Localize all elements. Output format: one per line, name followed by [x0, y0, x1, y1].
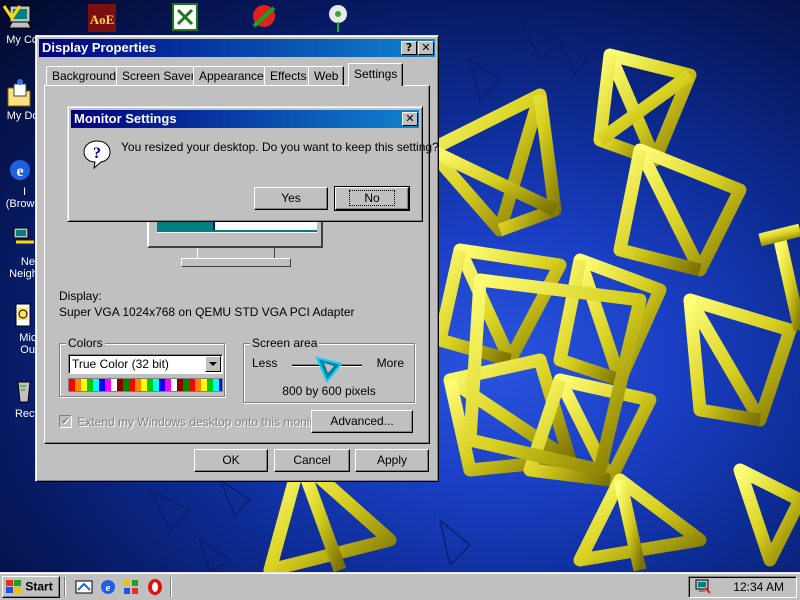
close-button[interactable]: ✕ [402, 112, 418, 126]
show-desktop-icon[interactable] [75, 578, 93, 596]
channels-icon[interactable] [122, 578, 140, 596]
tab-effects[interactable]: Effects [264, 66, 313, 85]
monitor-base [181, 258, 291, 267]
clock[interactable]: 12:34 AM [733, 580, 784, 594]
monitor-settings-dialog: Monitor Settings ✕ ? You resized your de… [67, 106, 439, 222]
svg-text:?: ? [93, 145, 101, 162]
close-button[interactable]: ✕ [418, 41, 434, 55]
resolution-slider-thumb[interactable] [315, 355, 343, 383]
taskbar: Start e 12:34 AM [0, 572, 800, 600]
start-label: Start [25, 579, 53, 594]
advanced-button[interactable]: Advanced... [311, 410, 413, 433]
monitor-stand [197, 248, 275, 258]
my-computer-icon [2, 5, 32, 29]
extend-desktop-label: Extend my Windows desktop onto this moni… [77, 414, 327, 429]
colors-dropdown[interactable]: True Color (32 bit) [68, 354, 223, 374]
opera-icon[interactable] [146, 578, 164, 596]
dialog-message: You resized your desktop. Do you want to… [121, 140, 439, 154]
display-settings-tray-icon[interactable] [695, 579, 711, 595]
help-button[interactable]: ? [401, 41, 417, 55]
cancel-button[interactable]: Cancel [274, 449, 350, 472]
yes-button[interactable]: Yes [254, 187, 328, 210]
svg-text:e: e [16, 163, 23, 180]
age-of-empires-icon: AoE [88, 4, 116, 32]
colors-group-title: Colors [66, 336, 105, 350]
monitor-taskbar-preview [157, 232, 317, 240]
dialog-titlebar[interactable]: Monitor Settings ✕ [71, 110, 419, 128]
color-spectrum-bar [68, 378, 223, 392]
apply-button[interactable]: Apply [355, 449, 429, 472]
question-icon: ? [83, 140, 111, 169]
dialog-title: Monitor Settings [74, 111, 177, 126]
ok-button[interactable]: OK [194, 449, 268, 472]
no-button[interactable]: No [334, 186, 410, 211]
checkbox-box[interactable]: ✔ [59, 415, 72, 429]
flower-app-icon [329, 5, 347, 32]
window-titlebar[interactable]: Display Properties ? ✕ [39, 39, 435, 57]
outlook-icon [15, 303, 31, 327]
recycle-bin-icon [17, 381, 31, 403]
excel-icon [172, 3, 198, 31]
shortcut-app-icon [252, 5, 276, 28]
tab-background[interactable]: Background [46, 66, 123, 85]
more-label: More [376, 356, 404, 370]
tab-settings[interactable]: Settings [348, 63, 404, 86]
desktop-icon-shortcut-app[interactable] [242, 2, 282, 34]
screen-area-group: Screen area Less More 800 by 600 pixels [243, 336, 415, 403]
svg-text:e: e [106, 582, 111, 594]
network-neighborhood-icon [13, 227, 34, 244]
internet-explorer-icon: e [10, 160, 30, 180]
taskbar-separator [64, 577, 66, 597]
resolution-text: 800 by 600 pixels [282, 384, 376, 398]
less-label: Less [252, 356, 278, 370]
my-documents-icon [7, 79, 31, 107]
svg-text:AoE: AoE [90, 12, 115, 27]
desktop-icon-flower-app[interactable] [318, 2, 358, 34]
desktop-icon-age-of-empires[interactable]: AoE [82, 2, 122, 34]
desktop-icon-excel[interactable] [165, 2, 205, 34]
display-label: Display: [59, 289, 102, 303]
chevron-down-icon[interactable] [205, 356, 221, 372]
colors-dropdown-value: True Color (32 bit) [72, 357, 169, 371]
taskbar-separator [170, 577, 172, 597]
display-adapter-text: Super VGA 1024x768 on QEMU STD VGA PCI A… [59, 305, 355, 319]
tab-appearance[interactable]: Appearance [193, 66, 270, 85]
windows-logo-icon [6, 579, 21, 593]
tab-screen-saver[interactable]: Screen Saver [116, 66, 201, 85]
resolution-slider[interactable] [292, 356, 362, 383]
no-button-label: No [349, 190, 395, 206]
window-title: Display Properties [42, 40, 157, 55]
tab-web[interactable]: Web [308, 66, 345, 85]
system-tray: 12:34 AM [688, 576, 797, 598]
colors-group: Colors True Color (32 bit) [59, 336, 225, 397]
screen-area-group-title: Screen area [250, 336, 320, 350]
internet-explorer-icon[interactable]: e [99, 578, 117, 596]
extend-desktop-checkbox[interactable]: ✔ Extend my Windows desktop onto this mo… [59, 414, 326, 430]
start-button[interactable]: Start [2, 576, 60, 598]
